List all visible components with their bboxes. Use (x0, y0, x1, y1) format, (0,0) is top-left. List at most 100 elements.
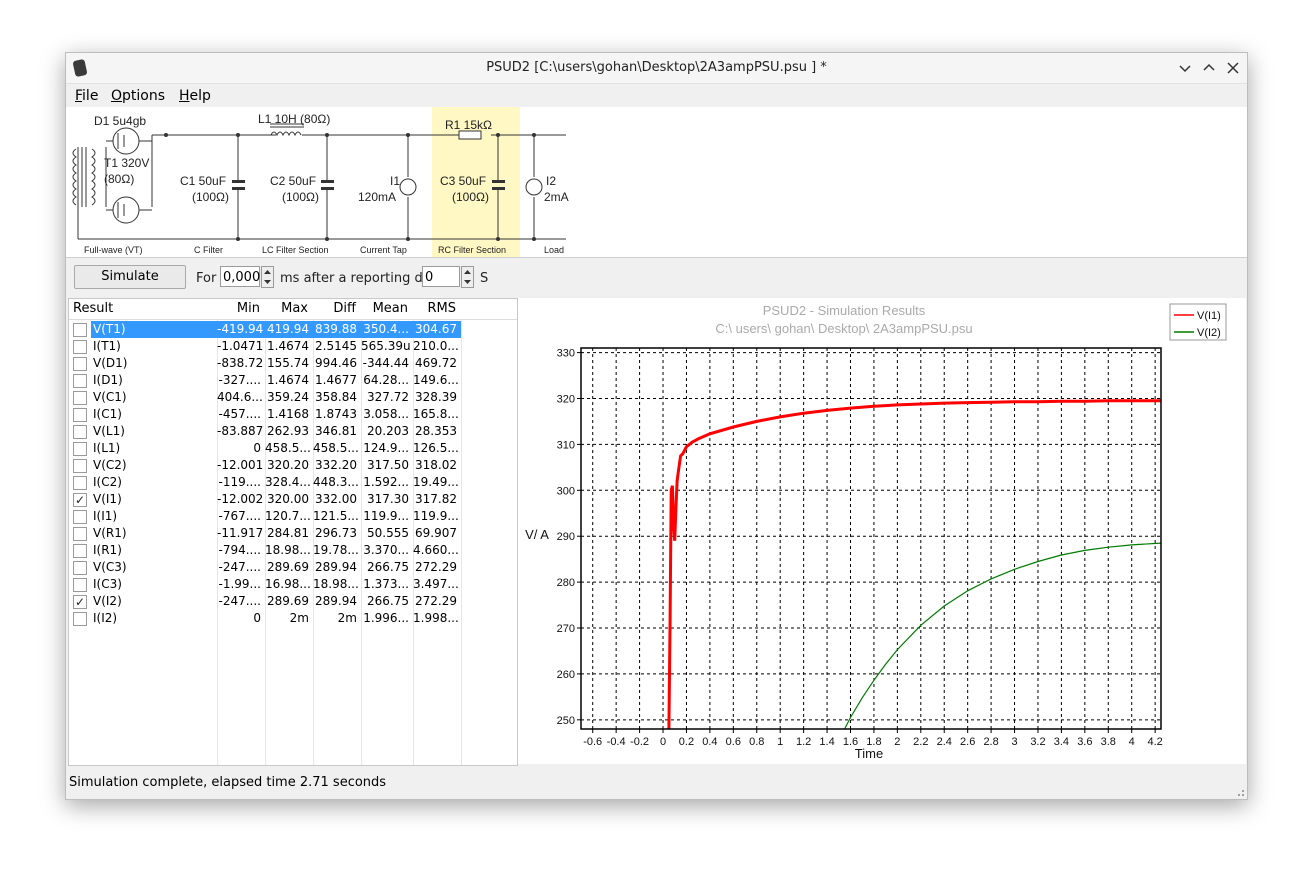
table-row[interactable]: I(C3) -1.99... 16.98... 18.98... 1.373... 3.4… (69, 576, 517, 593)
cell-max: 1.4168 (267, 407, 309, 421)
row-checkbox[interactable] (73, 323, 87, 337)
cell-rms: 317.82 (415, 492, 457, 506)
table-row[interactable]: V(L1) -83.887 262.93 346.81 20.203 28.353 (69, 423, 517, 440)
cell-rms: 3.497... (413, 577, 459, 591)
chart-subtitle: C:\ users\ gohan\ Desktop\ 2A3ampPSU.psu (715, 321, 972, 336)
table-row[interactable]: I(T1) -1.0471 1.4674 2.5145 565.39u 210.0... (69, 338, 517, 355)
resistor-symbol (458, 130, 482, 140)
maximize-icon[interactable] (1199, 58, 1219, 78)
table-row[interactable]: ✓ V(I1) -12.002 320.00 332.00 317.30 317.82 (69, 491, 517, 508)
table-row[interactable]: I(C2) -119.... 328.4... 448.3... 1.592... 19.… (69, 474, 517, 491)
table-row[interactable]: I(I1) -767.... 120.7... 121.5... 119.9... 119… (69, 508, 517, 525)
x-tick-label: 1 (777, 736, 783, 748)
section-load-label: Load (544, 245, 564, 255)
table-row[interactable]: V(C2) -12.001 320.20 332.20 317.50 318.02 (69, 457, 517, 474)
row-checkbox[interactable] (73, 527, 87, 541)
table-row[interactable]: V(D1) -838.72 155.74 994.46 -344.44 469.72 (69, 355, 517, 372)
cell-max: 320.00 (267, 492, 309, 506)
result-name: V(C1) (93, 390, 127, 404)
row-checkbox[interactable] (73, 578, 87, 592)
result-name: V(D1) (93, 356, 128, 370)
title-bar[interactable]: PSUD2 [C:\users\gohan\Desktop\2A3ampPSU.… (66, 53, 1247, 84)
simulation-chart[interactable]: PSUD2 - Simulation Results C:\ users\ go… (518, 298, 1246, 764)
delay-spinner-arrows-icon[interactable] (461, 266, 474, 288)
row-checkbox[interactable] (73, 340, 87, 354)
result-name: V(L1) (93, 424, 125, 438)
table-row[interactable]: I(L1) 0 458.5... 458.5... 124.9... 126.5... (69, 440, 517, 457)
minimize-icon[interactable] (1175, 58, 1195, 78)
row-checkbox[interactable] (73, 544, 87, 558)
t1-label: T1 320V (104, 156, 149, 170)
row-checkbox[interactable] (73, 612, 87, 626)
cell-min: -12.001 (217, 458, 264, 472)
header-mean[interactable]: Mean (361, 301, 413, 316)
header-rms[interactable]: RMS (413, 301, 461, 316)
table-row[interactable]: I(R1) -794.... 18.98... 19.78... 3.370... 4.6… (69, 542, 517, 559)
row-checkbox[interactable] (73, 510, 87, 524)
row-checkbox[interactable] (73, 476, 87, 490)
cell-rms: 69.907 (415, 526, 457, 540)
y-tick-label: 300 (557, 485, 575, 497)
legend-entry[interactable]: V(I2) (1197, 327, 1221, 339)
cell-min: -83.887 (217, 424, 264, 438)
close-icon[interactable] (1223, 58, 1243, 78)
header-result[interactable]: Result (73, 301, 213, 316)
table-row[interactable]: V(R1) -11.917 284.81 296.73 50.555 69.907 (69, 525, 517, 542)
result-name: I(T1) (93, 339, 121, 353)
simulate-button[interactable]: Simulate (74, 265, 186, 289)
menu-help[interactable]: Help (179, 88, 211, 104)
table-row[interactable]: V(C3) -247.... 289.69 289.94 266.75 272.29 (69, 559, 517, 576)
row-checkbox[interactable] (73, 408, 87, 422)
header-diff[interactable]: Diff (313, 301, 361, 316)
results-table[interactable]: Result Min Max Diff Mean RMS V(T1) -419.9… (68, 298, 518, 766)
chart-series (667, 399, 1161, 729)
row-checkbox[interactable] (73, 561, 87, 575)
cell-max: 289.69 (267, 560, 309, 574)
i2-label: I2 (546, 174, 556, 188)
table-row[interactable]: I(D1) -327.... 1.4674 1.4677 64.28... 149.6..… (69, 372, 517, 389)
row-checkbox[interactable]: ✓ (73, 595, 87, 609)
delay-input[interactable]: 0 (422, 266, 460, 287)
cell-rms: 19.49... (413, 475, 459, 489)
transformer-symbol (72, 147, 96, 207)
table-row[interactable]: V(T1) -419.94 419.94 839.88 350.4... 304.67 (69, 321, 517, 338)
c2-resistance-label: (100Ω) (282, 190, 319, 204)
row-checkbox[interactable] (73, 459, 87, 473)
row-checkbox[interactable] (73, 374, 87, 388)
l1-label: L1 10H (80Ω) (258, 112, 330, 126)
legend-entry[interactable]: V(I1) (1197, 310, 1221, 322)
cell-diff: 448.3... (313, 475, 359, 489)
resize-grip-icon[interactable] (1235, 787, 1245, 797)
row-checkbox[interactable] (73, 425, 87, 439)
menu-options[interactable]: Options (111, 88, 165, 104)
table-row[interactable]: V(C1) 404.6... 359.24 358.84 327.72 328.39 (69, 389, 517, 406)
c3-label: C3 50uF (440, 174, 486, 188)
cell-rms: 272.29 (415, 560, 457, 574)
duration-input[interactable]: 0,000 (220, 266, 260, 287)
result-name: I(R1) (93, 543, 122, 557)
menu-file[interactable]: File (75, 88, 98, 104)
cell-diff: 346.81 (315, 424, 357, 438)
table-row[interactable]: I(C1) -457.... 1.4168 1.8743 3.058... 165.8..… (69, 406, 517, 423)
header-max[interactable]: Max (265, 301, 313, 316)
row-checkbox[interactable] (73, 357, 87, 371)
x-tick-label: 1.6 (843, 736, 858, 748)
chart-canvas[interactable]: PSUD2 - Simulation Results C:\ users\ go… (518, 298, 1246, 764)
schematic-canvas[interactable]: D1 5u4gb T1 320V (80Ω) L1 10H (80Ω) R1 1… (66, 107, 1247, 257)
cell-mean: -344.44 (362, 356, 409, 370)
i2-value-label: 2mA (544, 190, 569, 204)
c1-label: C1 50uF (180, 174, 226, 188)
chart-legend[interactable]: V(I1) V(I2) (1169, 303, 1227, 341)
row-checkbox[interactable] (73, 442, 87, 456)
circuit-schematic[interactable]: D1 5u4gb T1 320V (80Ω) L1 10H (80Ω) R1 1… (66, 107, 1247, 258)
row-checkbox[interactable]: ✓ (73, 493, 87, 507)
table-row[interactable]: I(I2) 0 2m 2m 1.996... 1.998... (69, 610, 517, 627)
duration-spinner-arrows-icon[interactable] (261, 266, 274, 288)
x-tick-label: -0.4 (607, 736, 626, 748)
table-row[interactable]: ✓ V(I2) -247.... 289.69 289.94 266.75 272.29 (69, 593, 517, 610)
row-checkbox[interactable] (73, 391, 87, 405)
x-tick-label: -0.6 (583, 736, 602, 748)
cell-diff: 289.94 (315, 594, 357, 608)
cell-mean: 119.9... (363, 509, 409, 523)
header-min[interactable]: Min (217, 301, 265, 316)
